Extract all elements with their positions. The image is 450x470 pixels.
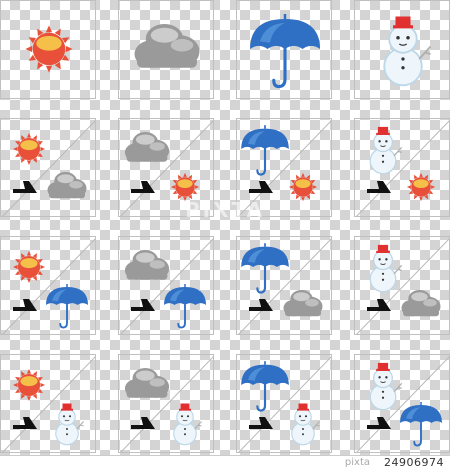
cloud-icon: [124, 250, 170, 280]
arrow-icon: [131, 417, 155, 429]
snowman-icon: [369, 362, 403, 411]
cloud-icon: [283, 290, 323, 317]
weather-tile: [354, 354, 450, 453]
image-id-label: 24906974: [384, 456, 444, 469]
weather-tile: [354, 0, 450, 99]
umbrella-icon: [250, 14, 320, 89]
arrow-icon: [131, 299, 155, 311]
weather-tile: [236, 0, 332, 99]
cloud-icon: [124, 368, 170, 398]
weather-tile: [0, 0, 96, 99]
snowman-icon: [55, 403, 84, 446]
weather-tile: [354, 118, 450, 217]
sun-icon: [13, 133, 45, 165]
arrow-icon: [249, 417, 273, 429]
arrow-icon: [131, 181, 155, 193]
sun-icon: [406, 172, 436, 202]
snowman-icon: [383, 16, 432, 87]
sun-icon: [13, 369, 45, 401]
weather-tile: [354, 236, 450, 335]
arrow-icon: [367, 181, 391, 193]
arrow-icon: [249, 299, 273, 311]
footer-bar: pixta 24906974: [0, 455, 450, 470]
umbrella-icon: [46, 284, 88, 329]
weather-tile: [0, 118, 96, 217]
weather-tile: [118, 0, 214, 99]
snowman-icon: [173, 403, 202, 446]
arrow-icon: [13, 417, 37, 429]
snowman-icon: [369, 126, 403, 175]
umbrella-icon: [164, 284, 206, 329]
cloud-icon: [134, 24, 200, 68]
sun-icon: [170, 172, 200, 202]
cloud-icon: [47, 172, 87, 199]
snowman-icon: [291, 403, 320, 446]
weather-tile: [236, 236, 332, 335]
umbrella-icon: [241, 125, 289, 176]
weather-tile: [236, 118, 332, 217]
arrow-icon: [367, 299, 391, 311]
umbrella-icon: [241, 243, 289, 294]
footer-brand: pixta: [344, 457, 370, 468]
sun-icon: [288, 172, 318, 202]
umbrella-icon: [241, 361, 289, 412]
umbrella-icon: [400, 402, 442, 447]
arrow-icon: [13, 299, 37, 311]
weather-tile: [118, 354, 214, 453]
cloud-icon: [124, 132, 170, 162]
cloud-icon: [401, 290, 441, 317]
arrow-icon: [13, 181, 37, 193]
arrow-icon: [249, 181, 273, 193]
weather-tile: [236, 354, 332, 453]
sun-icon: [13, 251, 45, 283]
weather-tile: [118, 236, 214, 335]
weather-tile: [118, 118, 214, 217]
weather-tile: [0, 236, 96, 335]
snowman-icon: [369, 244, 403, 293]
arrow-icon: [367, 417, 391, 429]
sun-icon: [25, 25, 73, 73]
weather-tile: [0, 354, 96, 453]
